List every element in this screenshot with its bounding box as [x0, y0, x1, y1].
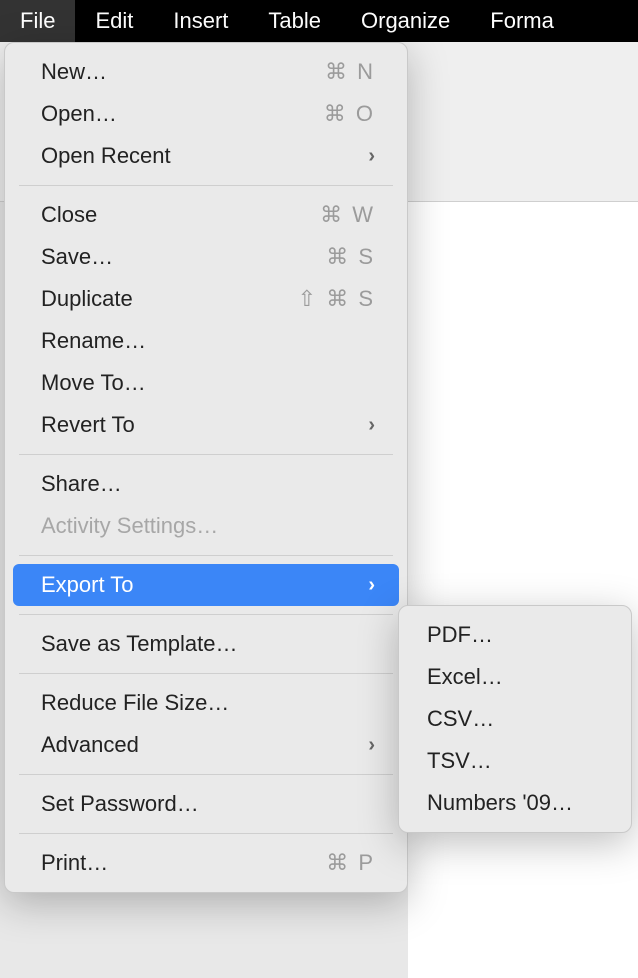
menu-item-label: New…	[41, 59, 313, 85]
menu-item-label: PDF…	[427, 622, 605, 648]
menu-item-export-to[interactable]: Export To ›	[13, 564, 399, 606]
menu-item-shortcut: ⌘ N	[325, 59, 375, 85]
menu-item-duplicate[interactable]: Duplicate ⇧ ⌘ S	[13, 278, 399, 320]
menu-item-new[interactable]: New… ⌘ N	[13, 51, 399, 93]
chevron-right-icon: ›	[368, 414, 375, 437]
menu-item-label: CSV…	[427, 706, 605, 732]
menu-item-label: Move To…	[41, 370, 375, 396]
menu-item-shortcut: ⌘ O	[324, 101, 375, 127]
menu-item-label: Set Password…	[41, 791, 375, 817]
document-background	[408, 202, 638, 978]
menubar-item-insert[interactable]: Insert	[153, 0, 248, 42]
export-to-submenu: PDF… Excel… CSV… TSV… Numbers '09…	[398, 605, 632, 833]
submenu-item-pdf[interactable]: PDF…	[405, 614, 625, 656]
menu-item-rename[interactable]: Rename…	[13, 320, 399, 362]
menu-item-label: Excel…	[427, 664, 605, 690]
menu-item-shortcut: ⌘ P	[326, 850, 375, 876]
menu-item-revert-to[interactable]: Revert To ›	[13, 404, 399, 446]
menu-item-label: Revert To	[41, 412, 356, 438]
menu-item-open[interactable]: Open… ⌘ O	[13, 93, 399, 135]
menu-item-label: Advanced	[41, 732, 356, 758]
chevron-right-icon: ›	[368, 734, 375, 757]
submenu-item-numbers09[interactable]: Numbers '09…	[405, 782, 625, 824]
menu-separator	[19, 833, 393, 834]
menu-item-label: Save as Template…	[41, 631, 375, 657]
menu-item-advanced[interactable]: Advanced ›	[13, 724, 399, 766]
menubar-item-organize[interactable]: Organize	[341, 0, 470, 42]
menu-item-print[interactable]: Print… ⌘ P	[13, 842, 399, 884]
menu-item-label: Print…	[41, 850, 314, 876]
menu-item-reduce-file-size[interactable]: Reduce File Size…	[13, 682, 399, 724]
menu-item-save-as-template[interactable]: Save as Template…	[13, 623, 399, 665]
menu-separator	[19, 555, 393, 556]
menu-item-label: Open Recent	[41, 143, 356, 169]
menu-item-activity-settings: Activity Settings…	[13, 505, 399, 547]
menubar-item-table[interactable]: Table	[248, 0, 341, 42]
menu-item-shortcut: ⌘ S	[326, 244, 375, 270]
submenu-item-csv[interactable]: CSV…	[405, 698, 625, 740]
menubar-item-edit[interactable]: Edit	[75, 0, 153, 42]
menu-separator	[19, 614, 393, 615]
menu-separator	[19, 774, 393, 775]
menu-item-label: TSV…	[427, 748, 605, 774]
menubar: File Edit Insert Table Organize Forma	[0, 0, 638, 42]
menubar-item-file[interactable]: File	[0, 0, 75, 42]
menu-item-move-to[interactable]: Move To…	[13, 362, 399, 404]
menubar-item-format[interactable]: Forma	[470, 0, 574, 42]
menu-item-open-recent[interactable]: Open Recent ›	[13, 135, 399, 177]
menu-item-shortcut: ⇧ ⌘ S	[298, 286, 375, 312]
menu-item-label: Activity Settings…	[41, 513, 375, 539]
menu-item-set-password[interactable]: Set Password…	[13, 783, 399, 825]
submenu-item-excel[interactable]: Excel…	[405, 656, 625, 698]
menu-item-close[interactable]: Close ⌘ W	[13, 194, 399, 236]
chevron-right-icon: ›	[368, 574, 375, 597]
menu-item-label: Export To	[41, 572, 356, 598]
menu-item-label: Share…	[41, 471, 375, 497]
menu-item-label: Rename…	[41, 328, 375, 354]
menu-item-label: Close	[41, 202, 308, 228]
chevron-right-icon: ›	[368, 145, 375, 168]
menu-item-save[interactable]: Save… ⌘ S	[13, 236, 399, 278]
menu-item-share[interactable]: Share…	[13, 463, 399, 505]
menu-item-shortcut: ⌘ W	[320, 202, 375, 228]
menu-item-label: Numbers '09…	[427, 790, 605, 816]
file-menu-dropdown: New… ⌘ N Open… ⌘ O Open Recent › Close ⌘…	[4, 42, 408, 893]
submenu-item-tsv[interactable]: TSV…	[405, 740, 625, 782]
menu-separator	[19, 185, 393, 186]
menu-separator	[19, 454, 393, 455]
menu-separator	[19, 673, 393, 674]
menu-item-label: Reduce File Size…	[41, 690, 375, 716]
menu-item-label: Save…	[41, 244, 314, 270]
menu-item-label: Duplicate	[41, 286, 286, 312]
menu-item-label: Open…	[41, 101, 312, 127]
